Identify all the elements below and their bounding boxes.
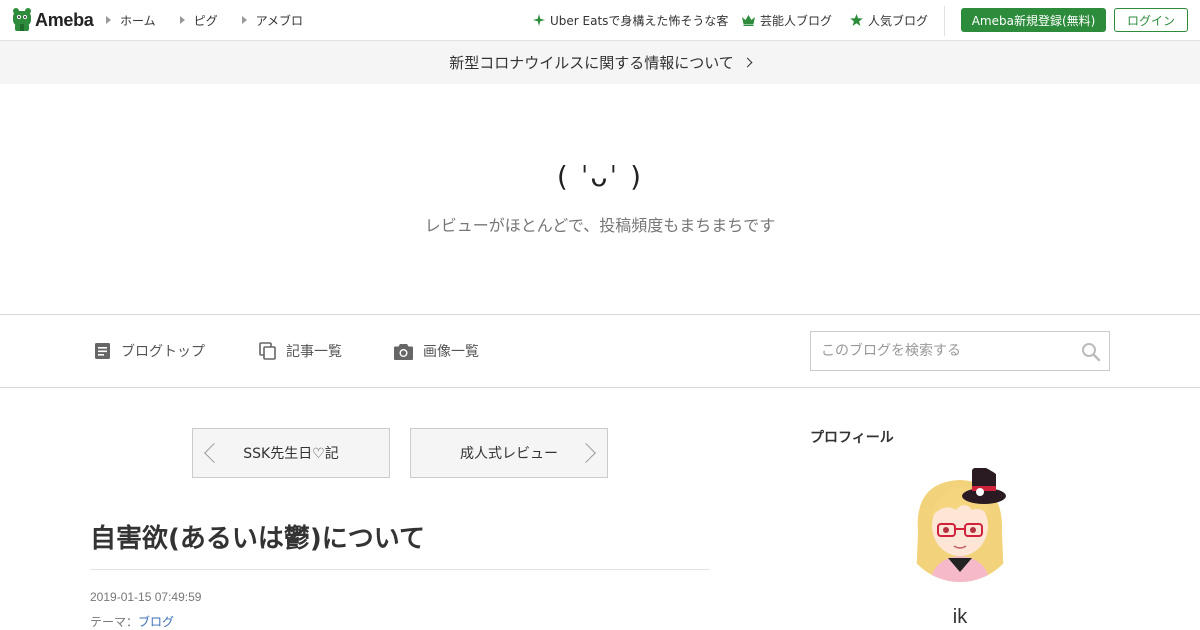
blog-description: レビューがほとんどで、投稿頻度もまちまちです (424, 216, 776, 235)
title-divider (90, 569, 710, 570)
copy-icon (259, 342, 276, 360)
sparkle-icon (533, 14, 545, 26)
ameba-mascot-icon (13, 8, 31, 31)
blog-top-label: ブログトップ (121, 344, 205, 360)
blog-search-input[interactable] (811, 332, 1071, 370)
profile-heading: プロフィール (810, 430, 894, 446)
login-button[interactable]: ログイン (1114, 8, 1188, 32)
promo-popular-label: 人気ブログ (868, 13, 929, 28)
article-list-link[interactable]: 記事一覧 (259, 339, 342, 363)
document-icon (95, 343, 110, 359)
notice-text: 新型コロナウイルスに関する情報について (449, 54, 734, 72)
chevron-left-icon (204, 443, 224, 463)
nav-pigg[interactable]: ピグ (179, 12, 218, 29)
nav-pigg-label: ピグ (193, 13, 218, 28)
theme-link[interactable]: ブログ (138, 613, 174, 630)
triangle-right-icon (179, 16, 185, 24)
promo-ubereats-label: Uber Eatsで身構えた怖そうな客 (550, 13, 729, 28)
article-list-label: 記事一覧 (286, 344, 342, 360)
prev-article-button[interactable]: SSK先生日♡記 (192, 428, 390, 478)
blog-top-link[interactable]: ブログトップ (94, 339, 205, 363)
ameba-logo[interactable]: Ameba (12, 7, 94, 33)
article-theme: テーマ： ブログ (90, 613, 174, 630)
profile-avatar-image (900, 462, 1020, 582)
image-list-link[interactable]: 画像一覧 (394, 339, 479, 363)
promo-link-celebrity[interactable]: 芸能人ブログ (742, 0, 832, 40)
chevron-right-icon (742, 57, 753, 68)
star-icon (850, 14, 863, 26)
prev-article-label: SSK先生日♡記 (243, 446, 339, 462)
triangle-right-icon (106, 16, 111, 24)
nav-ameblo[interactable]: アメブロ (241, 12, 304, 29)
global-header: Ameba ホーム ピグ アメブロ Uber Eatsで身構えた怖そうな客 芸能… (0, 0, 1200, 41)
blog-nav: ブログトップ 記事一覧 画像一覧 (0, 314, 1200, 388)
profile-name[interactable]: ik (900, 606, 1020, 629)
image-list-label: 画像一覧 (423, 344, 479, 360)
promo-link-ubereats[interactable]: Uber Eatsで身構えた怖そうな客 (533, 0, 728, 40)
camera-icon (394, 343, 413, 360)
nav-home[interactable]: ホーム (106, 12, 156, 29)
triangle-right-icon (241, 16, 247, 24)
covid-notice-link[interactable]: 新型コロナウイルスに関する情報について (0, 41, 1200, 84)
article-date: 2019-01-15 07:49:59 (90, 590, 202, 604)
theme-prefix: テーマ： (90, 615, 139, 629)
header-divider (944, 6, 945, 36)
avatar[interactable] (900, 462, 1020, 582)
promo-link-popular[interactable]: 人気ブログ (850, 0, 928, 40)
next-article-button[interactable]: 成人式レビュー (410, 428, 608, 478)
chevron-right-icon (576, 443, 596, 463)
top-nav: ホーム ピグ アメブロ (106, 0, 327, 40)
next-article-label: 成人式レビュー (460, 446, 558, 462)
nav-home-label: ホーム (120, 13, 156, 28)
register-button[interactable]: Ameba新規登録(無料) (961, 8, 1106, 32)
nav-ameblo-label: アメブロ (255, 13, 304, 28)
article-title[interactable]: 自害欲(あるいは鬱)について (90, 518, 710, 555)
crown-icon (742, 14, 755, 26)
search-icon[interactable] (1081, 342, 1101, 362)
promo-celebrity-label: 芸能人ブログ (760, 13, 833, 28)
blog-search (810, 331, 1110, 371)
logo-text: Ameba (35, 9, 94, 30)
blog-title[interactable]: ( ˈᴗˈ ) (0, 160, 1200, 193)
